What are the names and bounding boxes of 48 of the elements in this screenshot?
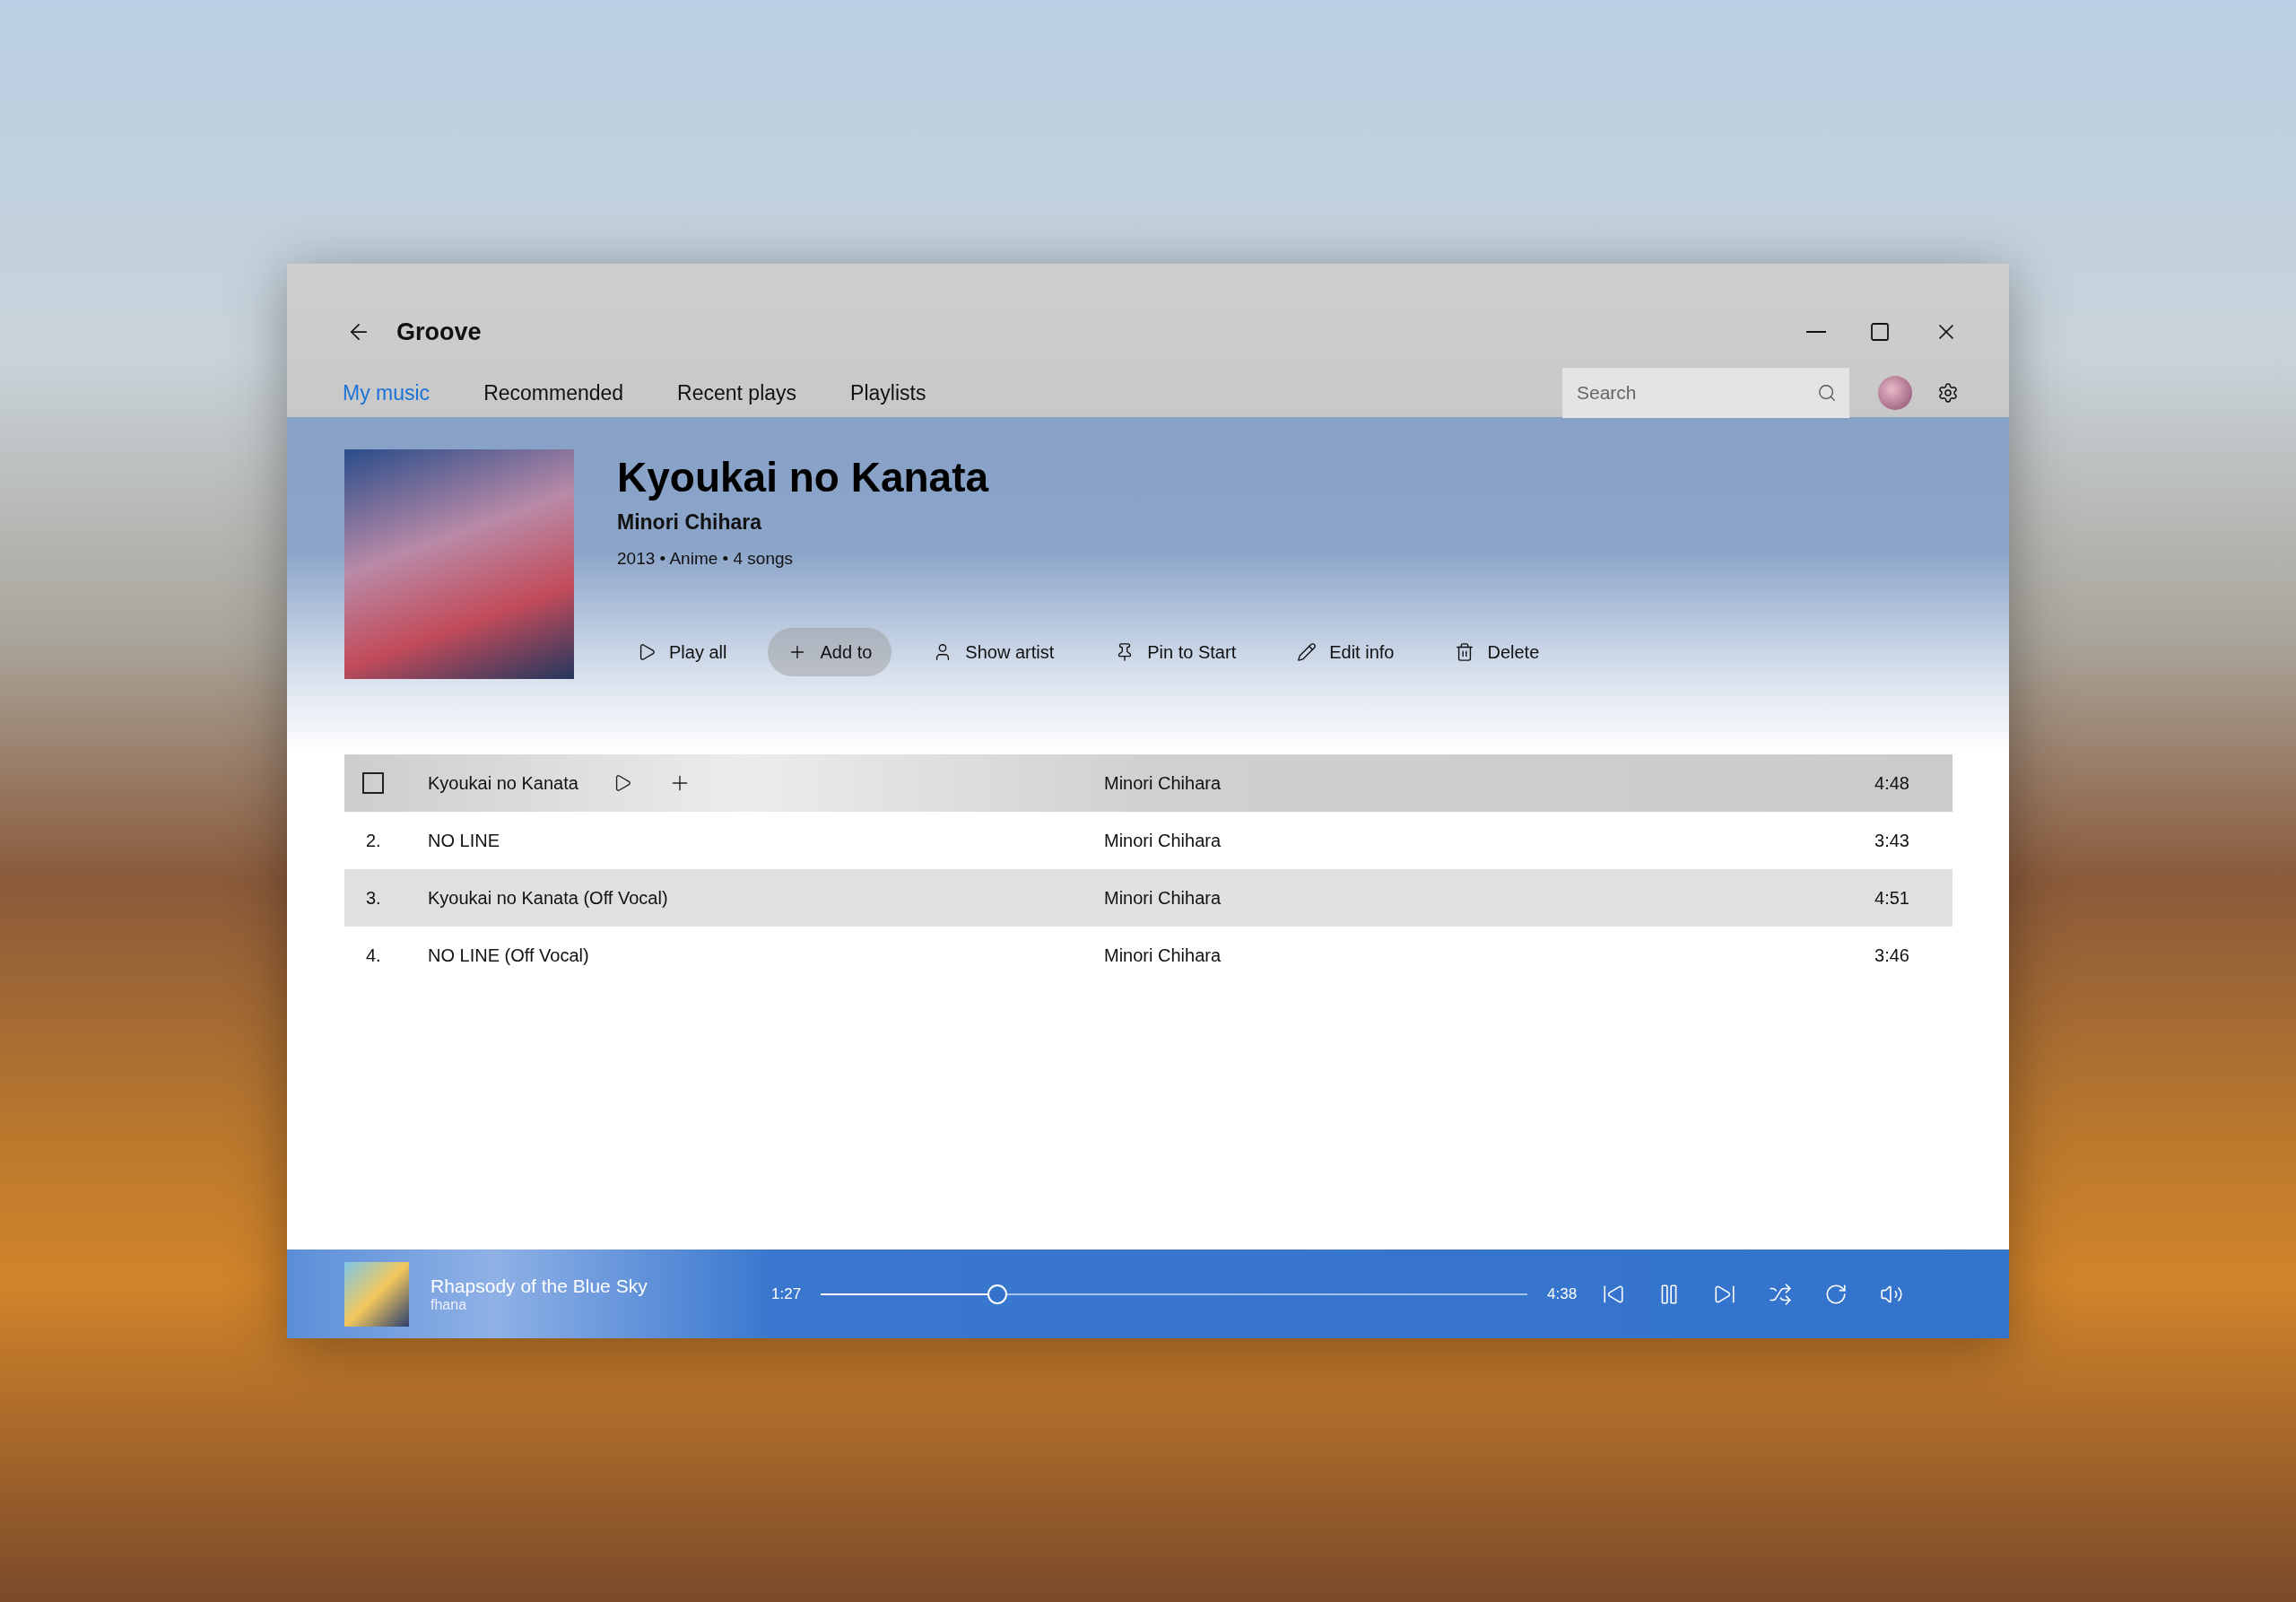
album-meta: 2013 • Anime • 4 songs <box>617 549 795 569</box>
track-number: 3. <box>365 887 382 909</box>
track-title: NO LINE <box>428 830 500 851</box>
repeat-button[interactable] <box>1824 1282 1848 1306</box>
nav-tab[interactable]: Recent plays <box>677 380 797 405</box>
now-playing-title: Rhapsody of the Blue Sky <box>430 1275 648 1297</box>
window-title: Groove <box>396 318 482 346</box>
track-artist: Minori Chihara <box>1104 945 1222 966</box>
search-field[interactable]: Search <box>1562 368 1849 418</box>
now-playing-artist: fhana <box>430 1296 468 1313</box>
track-number: 2. <box>365 830 382 851</box>
action-button[interactable]: Play all <box>617 628 747 676</box>
seek-thumb[interactable] <box>987 1284 1008 1304</box>
nav-tab[interactable]: Recommended <box>483 380 624 405</box>
track-duration: 3:46 <box>1874 945 1910 966</box>
track-title: Kyoukai no Kanata <box>428 772 578 794</box>
album-artist: Minori Chihara <box>617 510 763 535</box>
action-button[interactable]: Delete <box>1435 628 1560 676</box>
action-button[interactable]: Add to <box>768 628 892 676</box>
track-title: Kyoukai no Kanata (Off Vocal) <box>428 887 668 909</box>
total-time: 4:38 <box>1547 1284 1578 1303</box>
track-artist: Minori Chihara <box>1104 887 1222 909</box>
minimize-icon <box>1806 331 1826 333</box>
maximize-icon <box>1869 321 1891 343</box>
avatar[interactable] <box>1878 376 1912 410</box>
elapsed-time: 1:27 <box>771 1284 802 1303</box>
track-row[interactable]: Kyoukai no Kanata Minori Chihara 4:48 <box>344 754 1952 812</box>
checkbox[interactable] <box>362 772 384 794</box>
shuffle-icon <box>1769 1282 1793 1306</box>
action-button[interactable]: Show artist <box>913 628 1074 676</box>
search-icon <box>1817 383 1837 403</box>
track-duration: 4:51 <box>1874 887 1910 909</box>
shuffle-button[interactable] <box>1769 1282 1793 1306</box>
settings-icon <box>1937 382 1959 404</box>
album-title: Kyoukai no Kanata <box>617 453 990 501</box>
trash-icon <box>1455 642 1475 662</box>
track-number: 4. <box>365 945 382 966</box>
track-title: NO LINE (Off Vocal) <box>428 945 589 966</box>
action-button[interactable]: Pin to Start <box>1095 628 1257 676</box>
pencil-icon <box>1297 642 1318 662</box>
repeat-icon <box>1824 1282 1848 1306</box>
nav-tab[interactable]: Playlists <box>850 380 926 405</box>
track-duration: 3:43 <box>1874 830 1910 851</box>
track-artist: Minori Chihara <box>1104 772 1222 794</box>
track-artist: Minori Chihara <box>1104 830 1222 851</box>
track-row[interactable]: 3. Kyoukai no Kanata (Off Vocal) Minori Chihara 4:51 <box>344 869 1952 927</box>
action-button[interactable]: Edit info <box>1277 628 1414 676</box>
track-duration: 4:48 <box>1874 772 1910 794</box>
